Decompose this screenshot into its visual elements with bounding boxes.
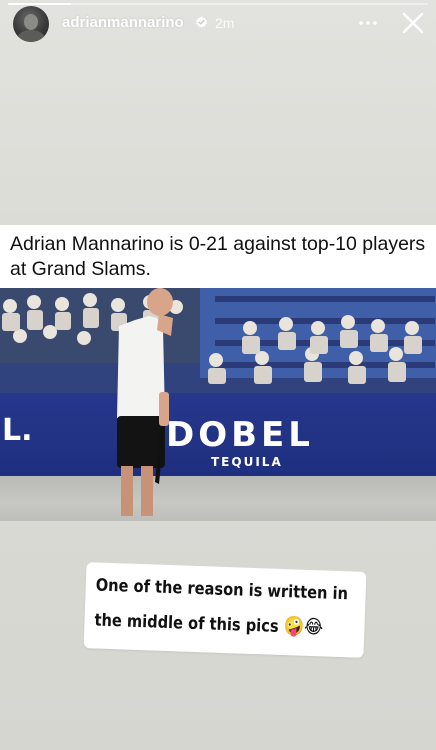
close-icon[interactable] (402, 12, 424, 34)
sponsor-board-left-text: L. (2, 413, 33, 448)
tennis-player (117, 288, 173, 516)
post-photo: L. DOBEL TEQUILA (0, 288, 436, 521)
avatar[interactable] (13, 6, 49, 42)
avatar-head (24, 14, 38, 30)
sticker-line-1: One of the reason is written in (95, 575, 349, 605)
avatar-shoulders (17, 30, 45, 42)
tennis-court (0, 476, 436, 521)
sticker-line-2: the middle of this pics 🤪😂 (94, 607, 324, 639)
stadium-stands (0, 288, 436, 393)
post-headline: Adrian Mannarino is 0-21 against top-10 … (10, 233, 426, 280)
sponsor-sub: TEQUILA (211, 455, 283, 469)
sponsor-brand: DOBEL (166, 415, 314, 455)
sponsor-board: L. DOBEL TEQUILA (0, 393, 436, 476)
text-sticker[interactable]: One of the reason is written in the midd… (83, 562, 367, 658)
sticker-line-2-text: the middle of this pics (94, 610, 279, 637)
story-header: adrianmannarino 2m (0, 0, 436, 46)
timestamp: 2m (215, 15, 235, 31)
username[interactable]: adrianmannarino (62, 14, 184, 31)
more-dots-icon[interactable] (356, 14, 380, 32)
sticker-emojis: 🤪😂 (283, 615, 324, 639)
post-caption-band: Adrian Mannarino is 0-21 against top-10 … (0, 225, 436, 288)
verified-badge-icon (196, 16, 207, 28)
